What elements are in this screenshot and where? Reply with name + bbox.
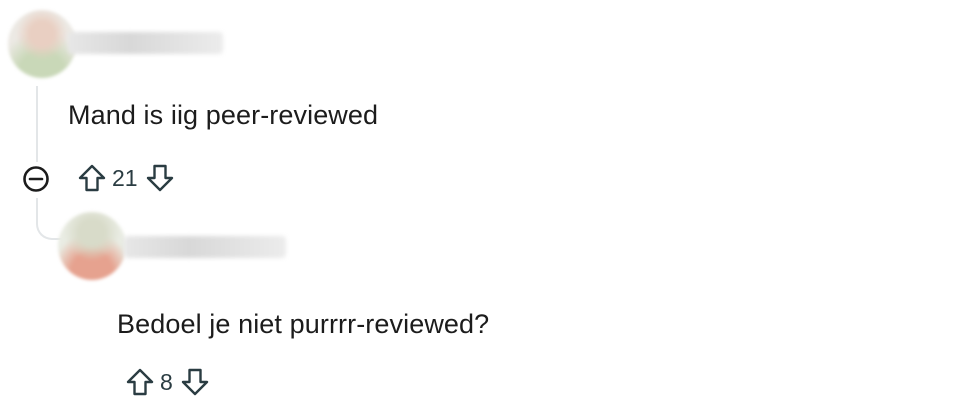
downvote-arrow-icon [146, 164, 173, 192]
avatar[interactable] [58, 212, 126, 280]
vote-bar: 21 [74, 160, 178, 196]
upvote-button[interactable] [74, 160, 110, 196]
upvote-arrow-icon [78, 164, 106, 192]
downvote-button[interactable] [142, 160, 178, 196]
comment-body: Bedoel je niet purrrr-reviewed? [117, 309, 490, 339]
minus-circle-icon [23, 166, 49, 192]
collapse-thread-button[interactable] [20, 163, 52, 195]
username-redacted[interactable] [124, 236, 286, 258]
thread-line-curve [36, 214, 62, 240]
upvote-arrow-icon [126, 368, 154, 396]
downvote-arrow-icon [181, 368, 208, 396]
vote-bar: 8 [122, 364, 213, 400]
avatar[interactable] [8, 10, 76, 78]
vote-score: 21 [112, 165, 138, 191]
comment-body: Mand is iig peer-reviewed [68, 100, 379, 130]
username-redacted[interactable] [68, 32, 223, 54]
upvote-button[interactable] [122, 364, 158, 400]
vote-score: 8 [160, 369, 173, 395]
thread-line-vertical [36, 86, 38, 162]
downvote-button[interactable] [177, 364, 213, 400]
